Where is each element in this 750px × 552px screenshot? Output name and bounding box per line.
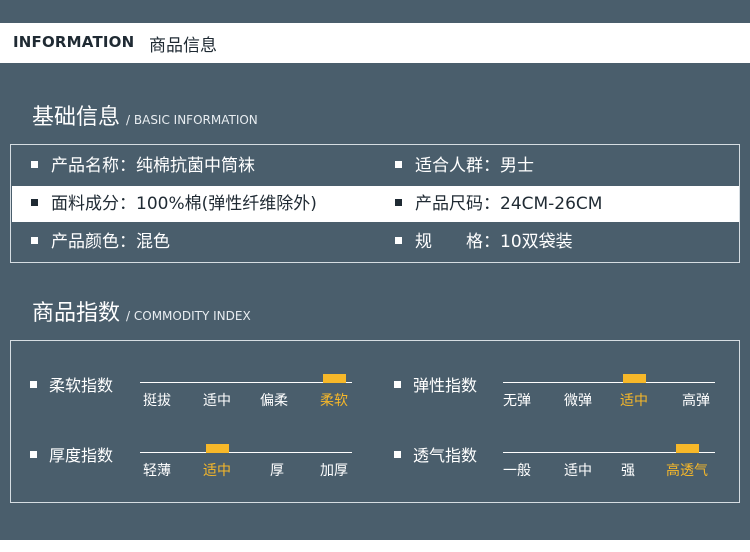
info-cell: 产品尺码：24CM-26CM (395, 186, 602, 222)
index-label-text: 厚度指数 (49, 446, 114, 465)
info-text: 规 格：10双袋装 (415, 232, 573, 252)
breathability-index-label: 透气指数 (394, 442, 477, 466)
scale-option: 加厚 (320, 463, 348, 479)
softness-index-label: 柔软指数 (30, 372, 113, 396)
index-label-text: 柔软指数 (49, 376, 114, 395)
scale-option: 挺拔 (143, 393, 171, 409)
bullet-icon (395, 160, 402, 168)
bullet-icon (31, 198, 38, 206)
index-label-text: 透气指数 (413, 446, 478, 465)
elasticity-scale-line (503, 382, 715, 383)
info-cell: 产品名称：纯棉抗菌中筒袜 (31, 148, 255, 184)
info-row: 面料成分：100%棉(弹性纤维除外) 产品尺码：24CM-26CM (12, 186, 739, 222)
info-row: 产品名称：纯棉抗菌中筒袜 适合人群：男士 (12, 148, 739, 184)
bottom-strip (0, 540, 750, 552)
bullet-icon (31, 236, 38, 244)
elasticity-index-label: 弹性指数 (394, 372, 477, 396)
scale-option: 适中 (203, 393, 231, 409)
info-cell: 面料成分：100%棉(弹性纤维除外) (31, 186, 317, 222)
bullet-icon (30, 381, 37, 388)
bullet-icon (394, 381, 401, 388)
commodity-title: 商品指数 (32, 301, 121, 326)
header-title-cn: 商品信息 (149, 36, 217, 56)
header-title-en: INFORMATION (13, 33, 135, 51)
scale-option: 无弹 (503, 393, 531, 409)
info-cell: 规 格：10双袋装 (395, 224, 573, 260)
scale-option: 适中 (564, 463, 592, 479)
scale-option: 一般 (503, 463, 531, 479)
bullet-icon (395, 236, 402, 244)
bullet-icon (31, 160, 38, 168)
bullet-icon (395, 198, 402, 206)
thickness-level-marker (206, 444, 229, 453)
softness-scale-line (140, 382, 352, 383)
softness-level-marker (323, 374, 346, 383)
scale-option: 轻薄 (143, 463, 171, 479)
scale-option: 高透气 (666, 463, 708, 479)
basic-section-title: 基础信息 / BASIC INFORMATION (32, 99, 258, 131)
bullet-icon (30, 451, 37, 458)
info-text: 面料成分：100%棉(弹性纤维除外) (51, 194, 317, 214)
info-text: 适合人群：男士 (415, 156, 534, 176)
basic-subtitle: / BASIC INFORMATION (126, 113, 258, 127)
info-row: 产品颜色：混色 规 格：10双袋装 (12, 224, 739, 260)
thickness-index-label: 厚度指数 (30, 442, 113, 466)
scale-option: 适中 (620, 393, 648, 409)
info-text: 产品名称：纯棉抗菌中筒袜 (51, 156, 255, 176)
commodity-subtitle: / COMMODITY INDEX (126, 309, 251, 323)
scale-option: 厚 (270, 463, 284, 479)
commodity-section-title: 商品指数 / COMMODITY INDEX (32, 295, 251, 327)
scale-option: 适中 (203, 463, 231, 479)
basic-title: 基础信息 (32, 105, 121, 130)
bullet-icon (394, 451, 401, 458)
info-cell: 产品颜色：混色 (31, 224, 170, 260)
info-text: 产品尺码：24CM-26CM (415, 194, 603, 214)
elasticity-level-marker (623, 374, 646, 383)
thickness-scale-line (140, 452, 352, 453)
scale-option: 偏柔 (260, 393, 288, 409)
info-text: 产品颜色：混色 (51, 232, 170, 252)
scale-option: 微弹 (564, 393, 592, 409)
breathability-level-marker (676, 444, 699, 453)
scale-option: 强 (621, 463, 635, 479)
header-bar: INFORMATION 商品信息 (0, 23, 750, 63)
index-label-text: 弹性指数 (413, 376, 478, 395)
scale-option: 高弹 (682, 393, 710, 409)
basic-info-table: 产品名称：纯棉抗菌中筒袜 适合人群：男士 面料成分：100%棉(弹性纤维除外) … (10, 144, 740, 263)
info-cell: 适合人群：男士 (395, 148, 534, 184)
scale-option: 柔软 (320, 393, 348, 409)
